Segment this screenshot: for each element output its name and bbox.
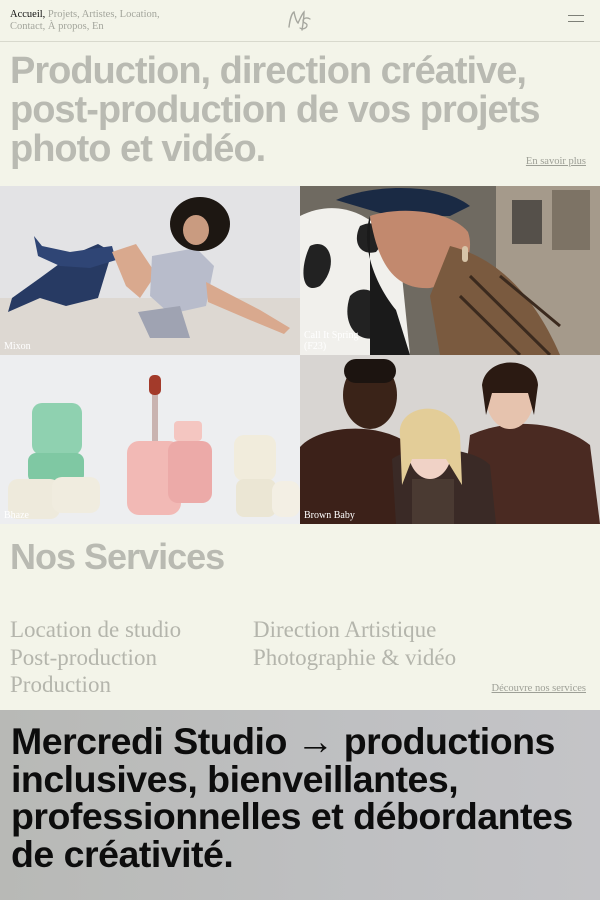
nav-item-contact[interactable]: Contact, <box>10 21 45 32</box>
hamburger-menu-icon[interactable] <box>568 15 584 27</box>
project-image-mixon <box>0 186 300 355</box>
services-title: Nos Services <box>10 536 225 577</box>
hero-title: Production, direction créative, post-pro… <box>10 50 540 170</box>
project-tile-mixon[interactable]: Mixon <box>0 186 300 355</box>
site-header: Accueil, Projets, Artistes, Location, Co… <box>0 0 600 42</box>
project-image-bhaze <box>0 355 300 524</box>
project-tile-call-it-spring[interactable]: Call It Spring (F23) <box>300 186 600 355</box>
project-tile-bhaze[interactable]: Bhaze <box>0 355 300 524</box>
project-caption: Call It Spring (F23) <box>304 330 359 352</box>
discover-services-link[interactable]: Découvre nos services <box>492 683 586 694</box>
nav-item-a-propos[interactable]: À propos, <box>48 21 89 32</box>
service-photographie-video[interactable]: Photographie & vidéo <box>253 644 456 672</box>
service-production[interactable]: Production <box>10 671 181 699</box>
studio-logo[interactable] <box>286 9 312 33</box>
nav-item-language[interactable]: En <box>92 21 104 32</box>
main-nav: Accueil, Projets, Artistes, Location, Co… <box>10 9 240 32</box>
project-caption: Brown Baby <box>304 510 355 521</box>
nav-item-projets[interactable]: Projets, <box>48 9 80 20</box>
nav-item-accueil[interactable]: Accueil, <box>10 9 45 20</box>
service-location-de-studio[interactable]: Location de studio <box>10 616 181 644</box>
nav-item-artistes[interactable]: Artistes, <box>82 9 117 20</box>
service-post-production[interactable]: Post-production <box>10 644 181 672</box>
services-column-2: Direction Artistique Photographie & vidé… <box>253 616 456 671</box>
project-tile-brown-baby[interactable]: Brown Baby <box>300 355 600 524</box>
services-column-1: Location de studio Post-production Produ… <box>10 616 181 699</box>
statement-text: Mercredi Studio → productions inclusives… <box>11 720 573 875</box>
service-direction-artistique[interactable]: Direction Artistique <box>253 616 456 644</box>
statement-banner: Mercredi Studio → productions inclusives… <box>0 710 600 900</box>
project-grid: Mixon Call It Spring (F23) Bhaze Brown B… <box>0 186 600 524</box>
nav-item-location[interactable]: Location, <box>120 9 160 20</box>
project-image-brown-baby <box>300 355 600 524</box>
project-caption: Mixon <box>4 341 31 352</box>
learn-more-link[interactable]: En savoir plus <box>526 156 586 167</box>
project-caption: Bhaze <box>4 510 29 521</box>
